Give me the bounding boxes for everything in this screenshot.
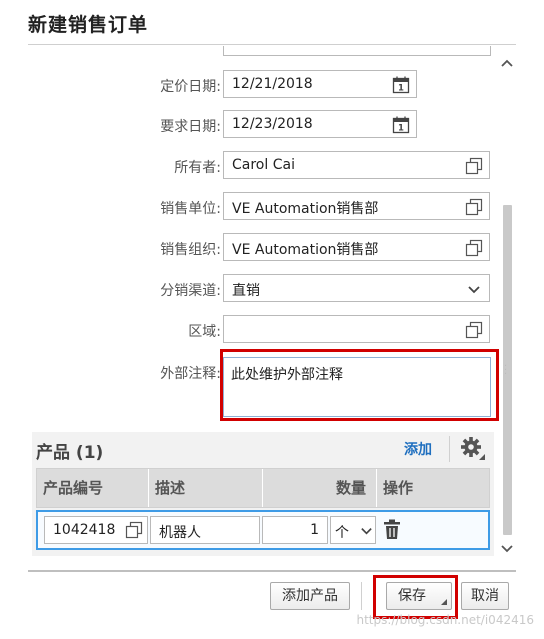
value-help-icon[interactable]: [465, 198, 483, 216]
add-product-button[interactable]: 添加产品: [270, 582, 350, 610]
scroll-down-icon[interactable]: [500, 541, 514, 555]
owner-label: 所有者:: [174, 160, 221, 176]
svg-text:1: 1: [398, 124, 404, 134]
row-distribution-channel: 分销渠道: 直销: [28, 274, 500, 302]
row-pricing-date: 定价日期: 12/21/2018 1: [28, 70, 500, 98]
footer-divider: [28, 570, 516, 572]
pricing-date-input[interactable]: 12/21/2018 1: [223, 70, 417, 98]
value-help-icon[interactable]: [465, 239, 483, 257]
cancel-button[interactable]: 取消: [461, 582, 509, 610]
row-sales-org: 销售组织: VE Automation销售部: [28, 233, 500, 261]
toolbar-divider: [449, 436, 450, 462]
sales-unit-input[interactable]: VE Automation销售部: [223, 192, 490, 220]
sales-org-value: VE Automation销售部: [232, 242, 379, 258]
region-input[interactable]: [223, 315, 490, 343]
title-divider: [28, 44, 516, 45]
quantity-input[interactable]: 1: [262, 516, 328, 544]
products-table: 产品编号 描述 数量 操作 1042418 机器人 1 个: [36, 468, 490, 550]
column-header-action: 操作: [383, 479, 414, 497]
table-row[interactable]: 1042418 机器人 1 个: [36, 510, 490, 550]
footer-button-divider: [361, 582, 362, 610]
region-label: 区域:: [188, 324, 221, 340]
products-title: 产品 (1): [36, 443, 104, 463]
quantity-value: 1: [310, 522, 319, 538]
owner-value: Carol Cai: [232, 157, 295, 173]
distribution-channel-select[interactable]: 直销: [223, 274, 490, 302]
owner-input[interactable]: Carol Cai: [223, 151, 490, 179]
external-note-label: 外部注释:: [160, 366, 221, 382]
calendar-icon[interactable]: 1: [392, 76, 410, 94]
trash-icon[interactable]: [382, 519, 402, 541]
table-header: 产品编号 描述 数量 操作: [36, 468, 490, 508]
sales-org-input[interactable]: VE Automation销售部: [223, 233, 490, 261]
row-owner: 所有者: Carol Cai: [28, 151, 500, 179]
chevron-down-icon[interactable]: [360, 524, 373, 537]
svg-text:1: 1: [398, 84, 404, 94]
new-sales-order-dialog: 新建销售订单 定价日期: 12/21/2018 1 要求日期: 12/23/20: [0, 0, 544, 639]
pricing-date-value: 12/21/2018: [232, 76, 313, 92]
sales-unit-label: 销售单位:: [160, 201, 221, 217]
watermark: https://blog.csdn.net/i042416: [356, 613, 534, 627]
description-value: 机器人: [159, 525, 201, 541]
requested-date-label: 要求日期:: [160, 119, 221, 135]
sales-org-label: 销售组织:: [160, 242, 221, 258]
scroll-up-icon[interactable]: [500, 56, 514, 70]
gear-icon[interactable]: [458, 434, 486, 462]
requested-date-input[interactable]: 12/23/2018 1: [223, 110, 417, 138]
row-region: 区域:: [28, 315, 500, 343]
row-sales-unit: 销售单位: VE Automation销售部: [28, 192, 500, 220]
add-product-link[interactable]: 添加: [404, 439, 432, 459]
sales-unit-value: VE Automation销售部: [232, 201, 379, 217]
dialog-title: 新建销售订单: [28, 14, 149, 36]
clipped-field-above: [223, 46, 491, 56]
description-input[interactable]: 机器人: [150, 516, 260, 544]
pricing-date-label: 定价日期:: [160, 79, 221, 95]
products-panel: 产品 (1) 添加 产品编号 描述 数量 操作 1042418 机器人 1 个: [32, 432, 494, 556]
requested-date-value: 12/23/2018: [232, 116, 313, 132]
column-header-quantity[interactable]: 数量: [263, 469, 377, 507]
distribution-channel-label: 分销渠道:: [160, 283, 221, 299]
unit-value: 个: [335, 525, 349, 541]
value-help-icon[interactable]: [465, 157, 483, 175]
resize-handle-icon[interactable]: · · ·: [504, 362, 512, 380]
value-help-icon[interactable]: [125, 521, 143, 539]
row-requested-date: 要求日期: 12/23/2018 1: [28, 110, 500, 138]
value-help-icon[interactable]: [465, 321, 483, 339]
highlight-box-note: [220, 349, 499, 421]
calendar-icon[interactable]: 1: [392, 116, 410, 134]
unit-select[interactable]: 个: [330, 516, 376, 544]
column-header-product-id[interactable]: 产品编号: [37, 469, 149, 507]
product-id-value: 1042418: [53, 522, 116, 538]
column-header-description[interactable]: 描述: [149, 469, 263, 507]
product-id-input[interactable]: 1042418: [44, 516, 148, 544]
distribution-channel-value: 直销: [232, 283, 260, 299]
chevron-down-icon[interactable]: [465, 280, 483, 298]
